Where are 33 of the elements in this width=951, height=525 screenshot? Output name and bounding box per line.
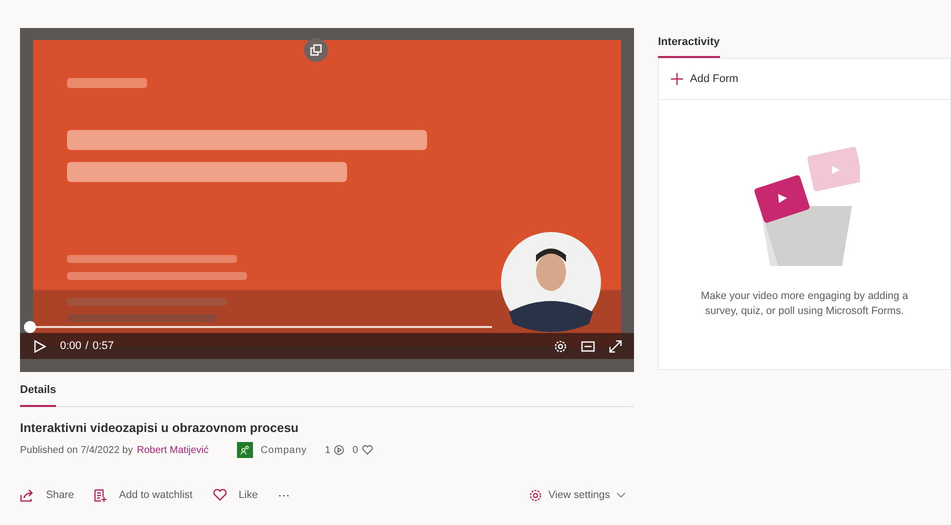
time-current: 0:00 (60, 340, 82, 352)
gear-icon (529, 488, 542, 502)
like-button[interactable]: Like (212, 489, 258, 501)
view-settings-button[interactable]: View settings (529, 488, 626, 502)
share-icon (20, 488, 34, 502)
view-count: 1 (324, 444, 330, 456)
video-title: Interaktivni videozapisi u obrazovnom procesu (20, 421, 300, 435)
watchlist-button[interactable]: Add to watchlist (94, 488, 193, 502)
more-button[interactable]: ··· (278, 488, 290, 502)
progress-thumb[interactable] (24, 321, 36, 333)
audience-label: Company (260, 444, 307, 456)
add-form-button[interactable]: Add Form (659, 59, 950, 100)
list-add-icon (94, 488, 108, 502)
time-duration: 0:57 (92, 340, 114, 352)
share-button[interactable]: Share (20, 488, 74, 502)
plus-icon (671, 73, 683, 85)
theater-mode-button[interactable] (581, 340, 595, 352)
heart-icon (212, 489, 227, 501)
heart-icon (362, 445, 374, 455)
settings-button[interactable] (554, 340, 567, 352)
author-link[interactable]: Robert Matijević (136, 444, 209, 456)
forms-hint-text: Make your video more engaging by adding a survey, quiz, or poll using Microsoft Forms. (700, 289, 910, 319)
play-circle-icon (334, 445, 344, 455)
popout-icon (310, 44, 322, 56)
published-text: Published on 7/4/2022 by (20, 444, 133, 456)
time-separator: / (85, 340, 88, 352)
people-icon (236, 442, 253, 458)
play-button[interactable] (34, 340, 46, 352)
chevron-down-icon (616, 492, 626, 498)
details-tab[interactable]: Details (20, 372, 56, 407)
video-player[interactable]: 0:00 / 0:57 (20, 28, 634, 372)
fullscreen-button[interactable] (609, 340, 622, 352)
like-count: 0 (352, 444, 358, 456)
